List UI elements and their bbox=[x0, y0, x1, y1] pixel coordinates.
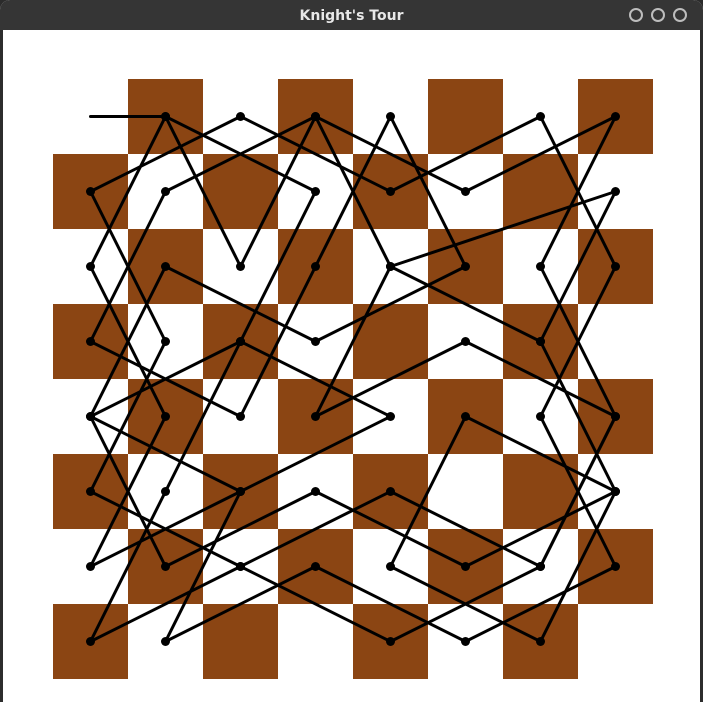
knight-position-dot bbox=[461, 337, 470, 346]
knight-position-dot bbox=[611, 112, 620, 121]
knight-position-dot bbox=[611, 562, 620, 571]
knight-position-dot bbox=[236, 112, 245, 121]
dark-square bbox=[428, 79, 503, 154]
knight-position-dot bbox=[611, 487, 620, 496]
light-square bbox=[578, 304, 653, 379]
knight-position-dot bbox=[386, 637, 395, 646]
knight-position-dot bbox=[536, 412, 545, 421]
knight-position-dot bbox=[311, 412, 320, 421]
knight-position-dot bbox=[311, 112, 320, 121]
maximize-icon[interactable] bbox=[651, 8, 665, 22]
knight-position-dot bbox=[311, 187, 320, 196]
knight-position-dot bbox=[236, 412, 245, 421]
knight-position-dot bbox=[611, 187, 620, 196]
knight-position-dot bbox=[161, 487, 170, 496]
app-window: Knight's Tour bbox=[0, 0, 703, 702]
light-square bbox=[578, 604, 653, 679]
chess-board bbox=[53, 79, 653, 679]
knight-position-dot bbox=[236, 262, 245, 271]
knight-position-dot bbox=[461, 187, 470, 196]
board-squares bbox=[53, 79, 653, 679]
knight-position-dot bbox=[311, 487, 320, 496]
knight-position-dot bbox=[86, 487, 95, 496]
knight-position-dot bbox=[461, 562, 470, 571]
knight-position-dot bbox=[161, 637, 170, 646]
knight-position-dot bbox=[386, 412, 395, 421]
close-icon[interactable] bbox=[673, 8, 687, 22]
knight-position-dot bbox=[236, 487, 245, 496]
knight-position-dot bbox=[86, 637, 95, 646]
knight-position-dot bbox=[461, 412, 470, 421]
knight-position-dot bbox=[536, 337, 545, 346]
dark-square bbox=[203, 604, 278, 679]
knight-position-dot bbox=[311, 337, 320, 346]
dark-square bbox=[353, 304, 428, 379]
dark-square bbox=[503, 454, 578, 529]
dark-square bbox=[203, 154, 278, 229]
light-square bbox=[428, 454, 503, 529]
knight-position-dot bbox=[161, 412, 170, 421]
title-bar[interactable]: Knight's Tour bbox=[0, 0, 703, 30]
knight-position-dot bbox=[611, 262, 620, 271]
knight-position-dot bbox=[236, 337, 245, 346]
window-title: Knight's Tour bbox=[299, 8, 404, 24]
knight-position-dot bbox=[536, 562, 545, 571]
knight-position-dot bbox=[311, 562, 320, 571]
knight-position-dot bbox=[161, 562, 170, 571]
knight-position-dot bbox=[461, 637, 470, 646]
knight-position-dot bbox=[86, 262, 95, 271]
knight-position-dot bbox=[536, 112, 545, 121]
minimize-icon[interactable] bbox=[629, 8, 643, 22]
knight-position-dot bbox=[86, 562, 95, 571]
knight-position-dot bbox=[86, 337, 95, 346]
knight-position-dot bbox=[86, 412, 95, 421]
knight-position-dot bbox=[611, 412, 620, 421]
knight-position-dot bbox=[236, 562, 245, 571]
knight-position-dot bbox=[386, 562, 395, 571]
light-square bbox=[278, 604, 353, 679]
knight-position-dot bbox=[536, 637, 545, 646]
knight-position-dot bbox=[86, 187, 95, 196]
knight-position-dot bbox=[386, 487, 395, 496]
knight-position-dot bbox=[161, 262, 170, 271]
board-canvas bbox=[3, 30, 700, 702]
knight-position-dot bbox=[386, 187, 395, 196]
knight-position-dot bbox=[536, 262, 545, 271]
knight-position-dot bbox=[461, 262, 470, 271]
knight-position-dot bbox=[311, 262, 320, 271]
knight-position-dot bbox=[386, 262, 395, 271]
knight-position-dot bbox=[161, 187, 170, 196]
knight-position-dot bbox=[161, 337, 170, 346]
knight-position-dot bbox=[386, 112, 395, 121]
knight-position-dot bbox=[161, 112, 170, 121]
